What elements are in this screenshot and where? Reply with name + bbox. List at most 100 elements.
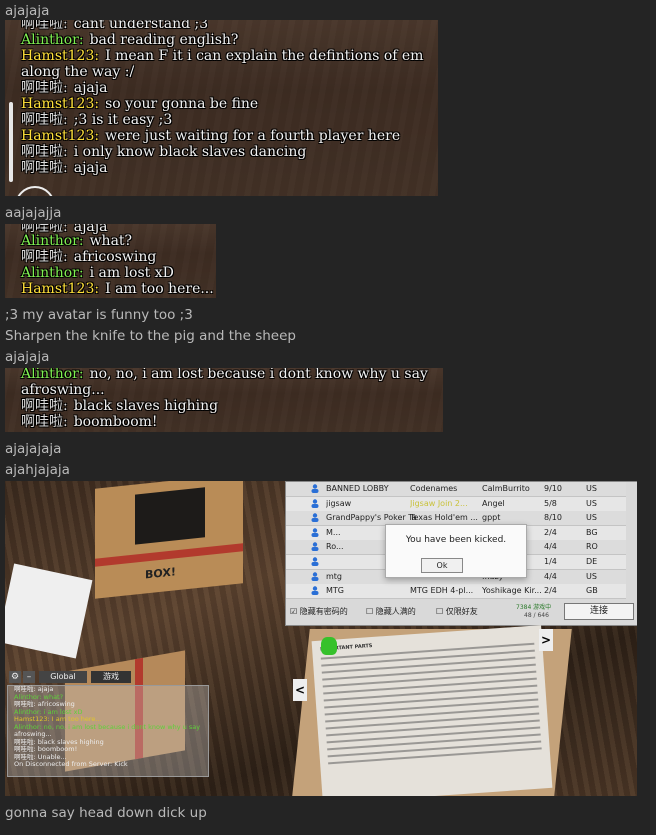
gear-icon[interactable]: ⚙ [9,671,21,683]
chat-text: boomboom! [73,414,158,430]
chat-text: were just waiting for a fourth player he… [105,128,401,144]
minimize-icon[interactable]: – [23,671,35,683]
chat-screenshot-3[interactable]: Alinthor: no, no, i am lost because i don… [5,368,443,432]
chat-text: black slaves highing [73,398,219,414]
kicked-message: You have been kicked. [405,535,507,545]
lobby-name: BANNED LOBBY [326,484,389,493]
lobby-region: US [586,498,597,508]
chat-username: Hamst123: [21,128,100,144]
person-icon [311,542,319,552]
lobby-host: Angel [482,498,505,508]
lobby-name: GrandPappy's Poker Ta... [326,513,416,523]
game-screenshot[interactable]: BOX! BANNED LOBBY Codenames CalmBurrito 9/1… [5,481,637,796]
chat-line: 啊哇啦: boomboom! [21,414,158,430]
chat-line: 啊哇啦: i only know black slaves dancing [21,144,306,160]
lobby-players: 4/4 [544,571,557,581]
chat-text: ajaja [73,80,108,96]
lobby-name: jigsaw [326,498,352,508]
chat-line: Alinthor: what? [21,233,132,249]
chat-text: I mean F it i can explain the defintions… [105,48,424,64]
chat-text: i only know black slaves dancing [73,144,307,160]
person-icon [311,484,319,493]
filter-full[interactable]: ☐ 隐藏人满的 [366,606,416,617]
lobby-region: US [586,571,597,581]
lobby-game: Codenames [410,484,458,493]
chat-username: 啊哇啦: [21,144,68,160]
chat-screenshot-1[interactable]: 啊哇啦: cant understand ;3 Alinthor: bad read… [5,20,438,196]
lobby-name: MTG [326,586,344,596]
chat-line: Hamst123: were just waiting for a fourth … [21,128,400,144]
person-icon [311,571,319,581]
next-page-arrow[interactable]: > [539,629,553,651]
person-icon [311,557,319,566]
chat-line: 啊哇啦: africoswing [21,249,156,265]
mini-chat-line: On Disconnected from Server: Kick [14,760,128,768]
person-icon [311,513,319,523]
rules-sheet: IMPORTANT PARTS [311,625,553,796]
prev-page-arrow[interactable]: < [293,679,307,701]
chat-text: ;3 is it easy ;3 [73,112,173,128]
lobby-region: BG [586,527,598,537]
lobby-players: 9/10 [544,484,562,493]
chat-text: i am lost xD [89,265,174,281]
chat-username: Alinthor: [21,368,84,382]
chat-message: ajajaja [5,349,50,365]
lobby-count: 48 / 646 [524,612,549,619]
chat-username: Alinthor: [21,233,84,249]
chat-message: ajajaja [5,3,50,19]
chat-line: 啊哇啦: cant understand ;3 [21,20,209,32]
tab-game[interactable]: 游戏 [91,671,131,683]
lobby-players: 2/4 [544,527,557,537]
chat-text: I am too here... [105,281,214,297]
filter-password[interactable]: ☑ 隐藏有密码的 [290,606,348,617]
connect-button[interactable]: 连接 [564,603,634,620]
lobby-host: CalmBurrito [482,484,530,493]
person-icon [311,586,319,596]
chat-screenshot-2[interactable]: 啊哇啦: ajaja Alinthor: what? 啊哇啦: africoswing A… [5,224,216,298]
tab-global[interactable]: Global [39,671,87,683]
chat-line: 啊哇啦: ;3 is it easy ;3 [21,112,172,128]
chat-line: Hamst123: so your gonna be fine [21,96,258,112]
hand-cursor-icon [321,637,337,655]
lobby-region: US [586,484,597,493]
lobby-row[interactable]: BANNED LOBBY Codenames CalmBurrito 9/10 US [286,482,626,497]
lobby-region: US [586,513,597,523]
chat-message: ;3 my avatar is funny too ;3 [5,307,193,323]
lobby-region: DE [586,557,598,566]
lobby-region: RO [586,542,598,552]
lobby-host: Yoshikage Kir... [482,586,542,596]
chat-username: 啊哇啦: [21,414,68,430]
lobby-game: MTG EDH 4-pl... [410,586,474,596]
lobby-host: gppt [482,513,501,523]
chat-username: Alinthor: [21,32,84,48]
chat-text: so your gonna be fine [105,96,259,112]
chat-message: aajajajja [5,205,62,221]
chat-username: 啊哇啦: [21,160,68,176]
filter-friends[interactable]: ☐ 仅限好友 [436,606,478,617]
scrollbar [9,102,13,182]
chat-username: Hamst123: [21,48,100,64]
lobby-list[interactable]: BANNED LOBBY Codenames CalmBurrito 9/10 US ji… [285,481,637,626]
lobby-row[interactable]: MTG MTG EDH 4-pl... Yoshikage Kir... 2/4 GB [286,584,626,600]
box-label: BOX! [145,565,176,582]
chat-username: Hamst123: [21,281,100,297]
lobby-players: 1/4 [544,557,557,566]
kicked-dialog: You have been kicked. Ok [385,524,527,578]
chat-text: ajaja [73,160,108,176]
chat-line: Alinthor: i am lost xD [21,265,174,281]
chat-message: ajajajaja [5,441,62,457]
lobby-players: 4/4 [544,542,557,552]
chat-username: 啊哇啦: [21,398,68,414]
chat-username: Alinthor: [21,265,84,281]
chat-username: 啊哇啦: [21,112,68,128]
chat-line: Hamst123: I am too here... [21,281,214,297]
chat-message: Sharpen the knife to the pig and the she… [5,328,296,344]
lobby-game: Jigsaw Join 2... [410,498,468,508]
chat-text: afroswing... [21,382,105,398]
chat-username: 啊哇啦: [21,80,68,96]
lobby-row[interactable]: jigsaw Jigsaw Join 2... Angel 5/8 US [286,496,626,512]
lobby-game: Texas Hold'em ... [410,513,478,523]
ok-button[interactable]: Ok [421,558,463,573]
chat-line: Hamst123: I mean F it i can explain the d… [21,48,423,64]
chat-text: along the way :/ [21,64,135,80]
